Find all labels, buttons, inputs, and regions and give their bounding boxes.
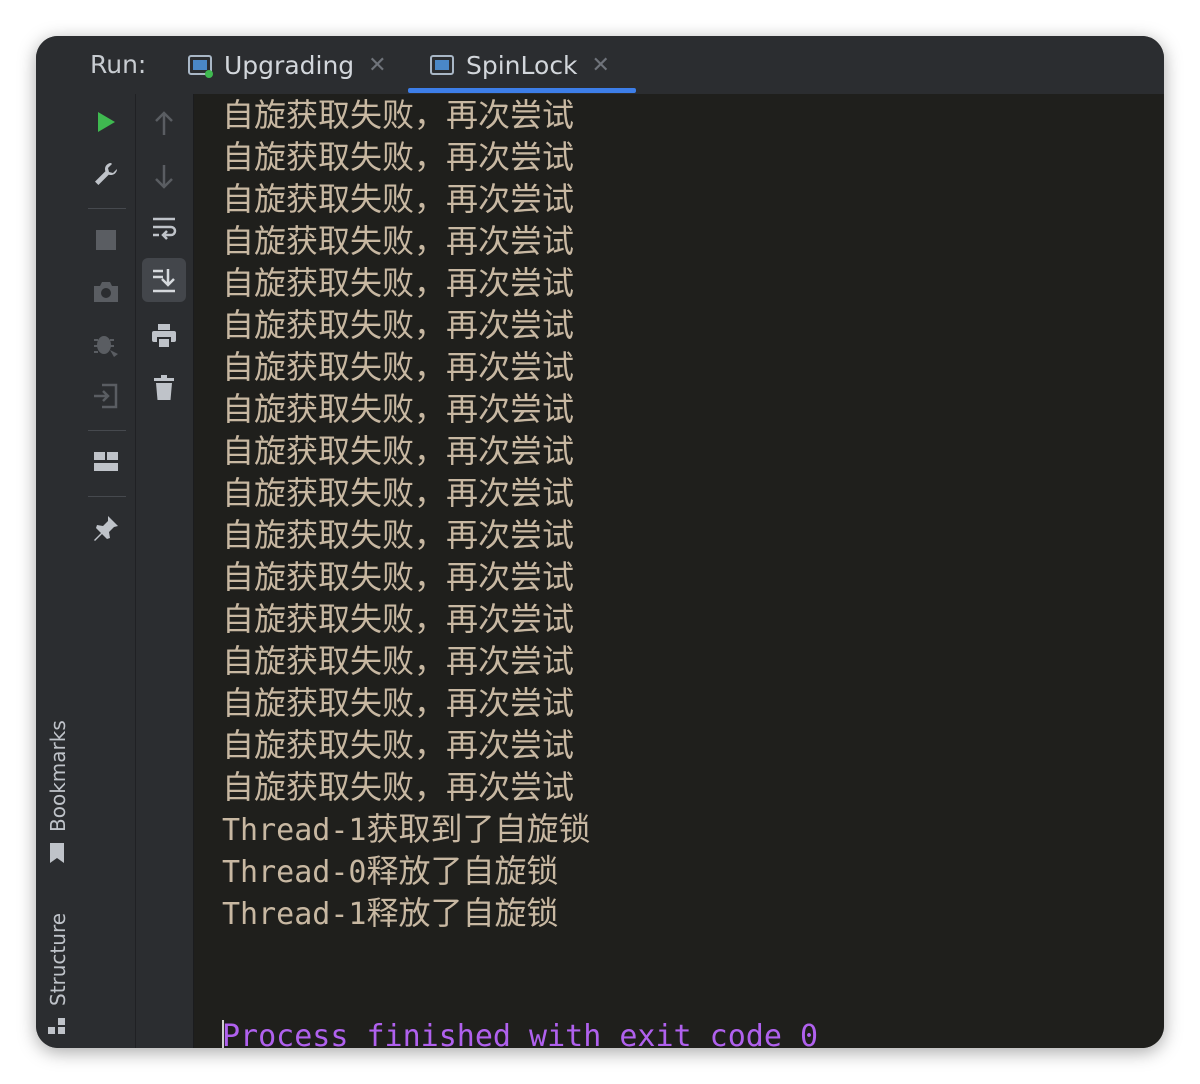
console-line: 自旋获取失败，再次尝试 [222, 600, 575, 638]
active-tab-indicator [408, 88, 636, 93]
next-occurrence-button[interactable] [144, 156, 184, 196]
pin-icon [94, 516, 118, 541]
restore-layout-button[interactable] [86, 442, 126, 482]
console-toolbar [136, 94, 194, 1048]
console-line: 自旋获取失败，再次尝试 [222, 432, 575, 470]
console-line: 自旋获取失败，再次尝试 [222, 96, 575, 134]
console-line: Thread-1释放了自旋锁 [222, 892, 559, 936]
exit-button[interactable] [86, 376, 126, 416]
debug-button[interactable] [86, 324, 126, 364]
camera-icon [94, 282, 118, 302]
trash-icon [154, 375, 174, 400]
console-line: Thread-0释放了自旋锁 [222, 850, 559, 894]
run-actions-toolbar [78, 94, 136, 1048]
thread-name: Thread-0 [222, 855, 367, 890]
scroll-to-end-icon [153, 269, 175, 293]
tab-label: Upgrading [224, 50, 355, 80]
structure-panel-label[interactable]: Structure [46, 913, 70, 1006]
structure-icon[interactable] [47, 1016, 67, 1040]
console-line: 自旋获取失败，再次尝试 [222, 390, 575, 428]
arrow-up-icon [155, 111, 173, 135]
tab-upgrading[interactable]: Upgrading ✕ [186, 36, 387, 94]
tab-label: SpinLock [466, 50, 578, 80]
console-line: 自旋获取失败，再次尝试 [222, 138, 575, 176]
stop-icon [96, 230, 116, 250]
console-line: 自旋获取失败，再次尝试 [222, 726, 575, 764]
bug-icon [94, 336, 118, 357]
rerun-button[interactable] [86, 102, 126, 142]
console-line: 自旋获取失败，再次尝试 [222, 642, 575, 680]
console-line: 自旋获取失败，再次尝试 [222, 516, 575, 554]
exit-icon [94, 383, 118, 409]
dump-threads-button[interactable] [86, 272, 126, 312]
run-tab-bar: Run: Upgrading ✕ SpinLock ✕ [78, 36, 1164, 95]
thread-name: Thread-1 [222, 813, 367, 848]
console-line: 自旋获取失败，再次尝试 [222, 684, 575, 722]
scroll-to-end-button[interactable] [142, 258, 186, 302]
console-line: Thread-1获取到了自旋锁 [222, 808, 591, 852]
play-icon [98, 112, 115, 132]
console-output[interactable]: 自旋获取失败，再次尝试 自旋获取失败，再次尝试 自旋获取失败，再次尝试 自旋获取失败，… [194, 94, 1164, 1048]
bookmark-icon[interactable] [47, 842, 67, 868]
printer-icon [152, 324, 176, 349]
previous-occurrence-button[interactable] [144, 104, 184, 144]
console-line: 自旋获取失败，再次尝试 [222, 306, 575, 344]
close-tab-icon[interactable]: ✕ [592, 53, 610, 78]
thread-message: 释放了自旋锁 [366, 852, 559, 890]
edit-configuration-button[interactable] [86, 154, 126, 194]
side-tool-strip: Bookmarks Structure [36, 36, 79, 1048]
run-config-icon [186, 52, 214, 78]
thread-message: 获取到了自旋锁 [366, 810, 591, 848]
soft-wrap-button[interactable] [144, 208, 184, 248]
print-button[interactable] [144, 316, 184, 356]
close-tab-icon[interactable]: ✕ [368, 53, 386, 78]
text-cursor [222, 1020, 224, 1048]
tab-spinlock[interactable]: SpinLock ✕ [428, 36, 610, 94]
thread-name: Thread-1 [222, 897, 367, 932]
layout-icon [94, 452, 118, 471]
bookmarks-panel-label[interactable]: Bookmarks [46, 720, 70, 832]
console-line: 自旋获取失败，再次尝试 [222, 768, 575, 806]
console-line: 自旋获取失败，再次尝试 [222, 474, 575, 512]
console-line: 自旋获取失败，再次尝试 [222, 264, 575, 302]
arrow-down-icon [155, 165, 173, 189]
soft-wrap-icon [153, 217, 177, 240]
process-exit-message: Process finished with exit code 0 [222, 1019, 819, 1048]
thread-message: 释放了自旋锁 [366, 894, 559, 932]
console-line: 自旋获取失败，再次尝试 [222, 348, 575, 386]
run-config-icon [428, 52, 456, 78]
stop-button[interactable] [86, 220, 126, 260]
run-label: Run: [90, 50, 147, 79]
wrench-icon [95, 162, 118, 185]
pin-tab-button[interactable] [86, 508, 126, 548]
console-line: 自旋获取失败，再次尝试 [222, 222, 575, 260]
console-line: 自旋获取失败，再次尝试 [222, 180, 575, 218]
run-tool-window: Bookmarks Structure Run: Upgrading ✕ Spi… [36, 36, 1164, 1048]
clear-all-button[interactable] [144, 368, 184, 408]
console-line: 自旋获取失败，再次尝试 [222, 558, 575, 596]
